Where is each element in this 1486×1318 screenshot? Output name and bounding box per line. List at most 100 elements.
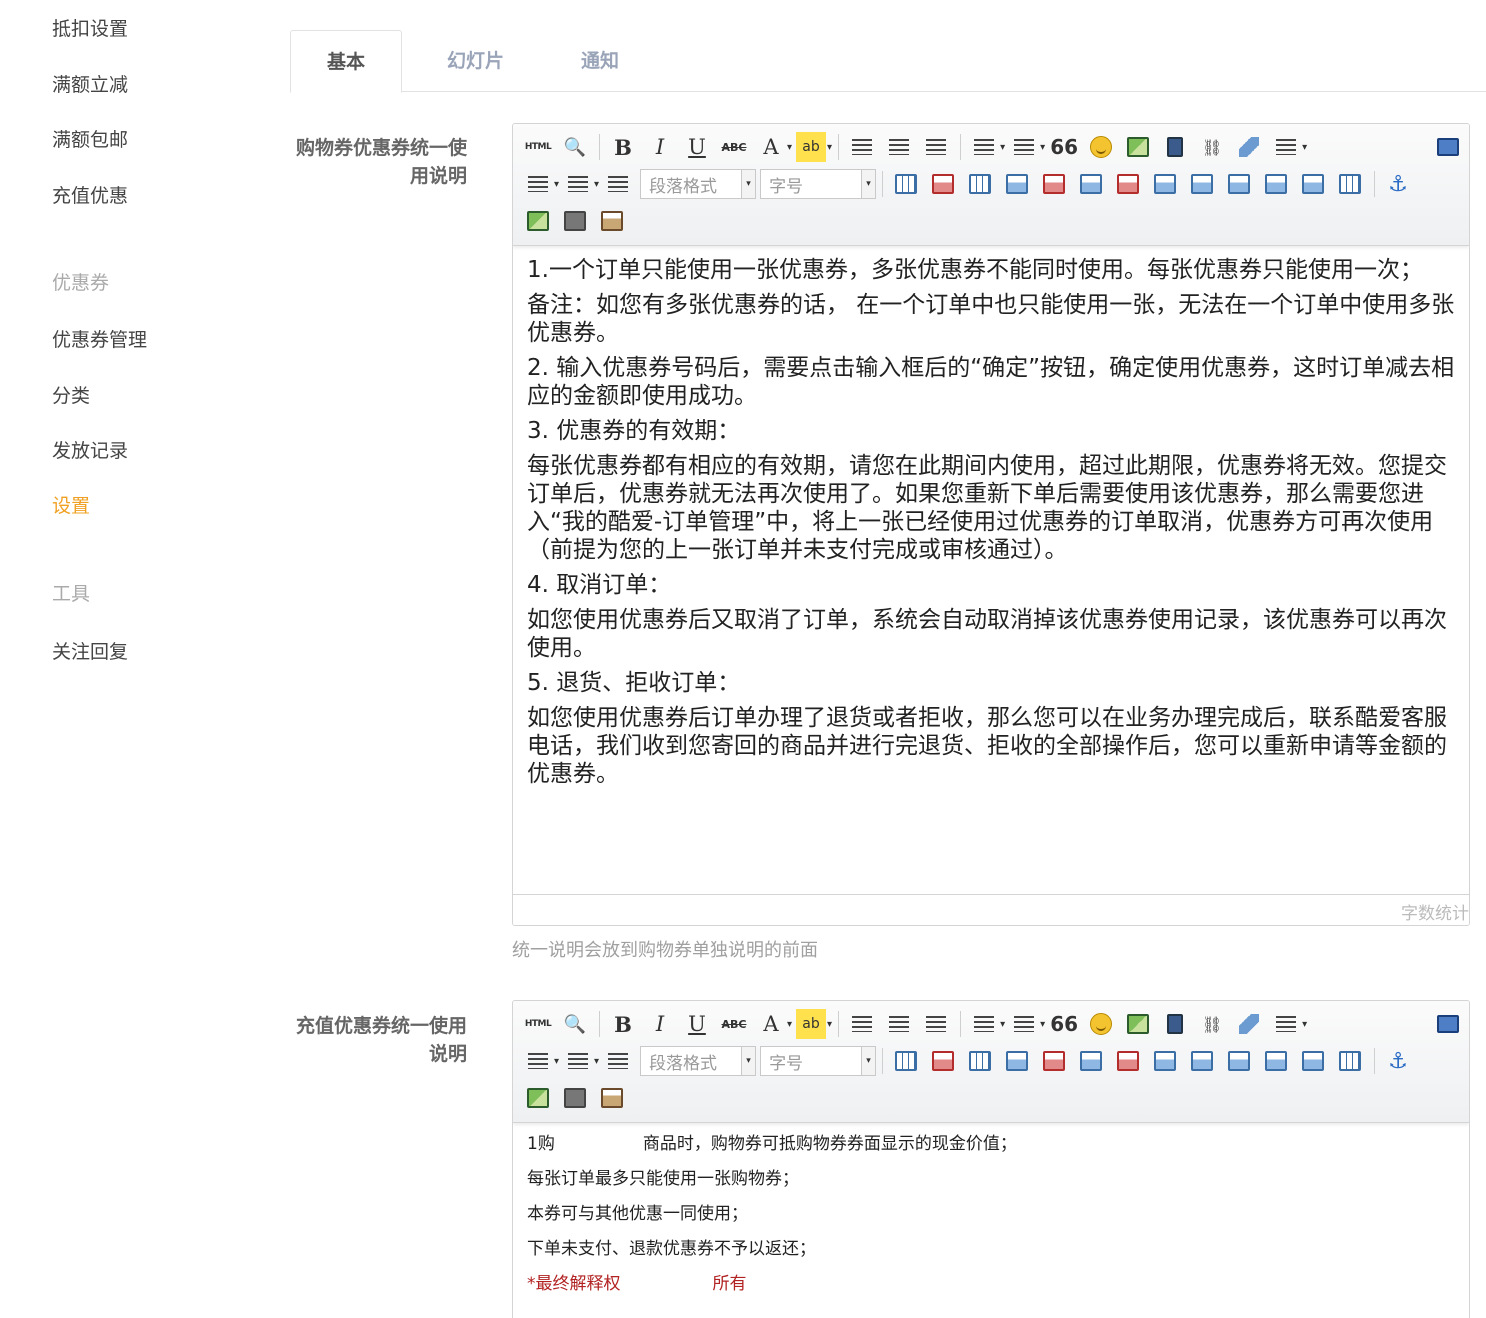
split-columns-icon[interactable]	[1335, 1046, 1365, 1076]
image-manager-icon[interactable]	[523, 1083, 553, 1113]
print-icon[interactable]	[560, 1083, 590, 1113]
preview-icon[interactable]: 🔍	[560, 1009, 590, 1039]
sidebar-item-settings[interactable]: 设置	[52, 491, 90, 518]
font-size-select[interactable]: 字号 ▾	[760, 1046, 877, 1076]
split-cells-icon[interactable]	[1261, 169, 1291, 199]
font-color-button[interactable]: A	[756, 1009, 786, 1039]
align-center-icon[interactable]	[884, 132, 914, 162]
insert-row-icon[interactable]	[1002, 1046, 1032, 1076]
align-left-icon[interactable]	[847, 132, 877, 162]
indent-icon[interactable]	[603, 1046, 633, 1076]
paragraph-format-select[interactable]: 段落格式 ▾	[640, 1046, 757, 1076]
preview-icon[interactable]: 🔍	[560, 132, 590, 162]
sidebar-item-category[interactable]: 分类	[52, 381, 90, 408]
sidebar-item-issue-records[interactable]: 发放记录	[52, 436, 128, 463]
italic-button[interactable]: I	[645, 132, 675, 162]
font-size-select[interactable]: 字号 ▾	[760, 169, 877, 199]
indent-icon[interactable]	[603, 169, 633, 199]
insert-row-icon[interactable]	[1002, 169, 1032, 199]
blockquote-button[interactable]: 66	[1049, 1009, 1079, 1039]
video-icon[interactable]	[1160, 1009, 1190, 1039]
editor-content[interactable]: 1.一个订单只能使用一张优惠券，多张优惠券不能同时使用。每张优惠券只能使用一次；…	[513, 246, 1469, 805]
editor-content[interactable]: 1购 商品时，购物券可抵购物券券面显示的现金价值； 每张订单最多只能使用一张购物券…	[513, 1123, 1469, 1318]
highlight-icon[interactable]: ab	[796, 132, 827, 162]
align-left-icon[interactable]	[847, 1009, 877, 1039]
merge-down-icon[interactable]	[1224, 169, 1254, 199]
tab-notice[interactable]: 通知	[555, 30, 645, 92]
bold-button[interactable]: B	[608, 132, 638, 162]
delete-row-icon[interactable]	[1039, 1046, 1069, 1076]
strikethrough-button[interactable]: ABC	[719, 132, 749, 162]
merge-cells-icon[interactable]	[1150, 1046, 1180, 1076]
shopping-coupon-editor[interactable]: HTML 🔍 B I U ABC A ▾ ab ▾ ▾ ▾ 66 ⛓ ▾ ▾ ▾…	[512, 123, 1470, 926]
insert-column-icon[interactable]	[1076, 1046, 1106, 1076]
fullscreen-icon[interactable]	[1433, 132, 1463, 162]
ordered-list-icon[interactable]	[969, 132, 999, 162]
merge-right-icon[interactable]	[1187, 169, 1217, 199]
merge-down-icon[interactable]	[1224, 1046, 1254, 1076]
video-icon[interactable]	[1160, 132, 1190, 162]
ordered-list-icon[interactable]	[969, 1009, 999, 1039]
paragraph-spacing-icon[interactable]	[523, 1046, 553, 1076]
table-caption-icon[interactable]	[965, 169, 995, 199]
sidebar-item-follow-reply[interactable]: 关注回复	[52, 637, 128, 664]
anchor-icon[interactable]: ⚓	[1383, 1046, 1413, 1076]
font-color-button[interactable]: A	[756, 132, 786, 162]
eraser-icon[interactable]	[1234, 1009, 1264, 1039]
paste-plain-icon[interactable]	[597, 1083, 627, 1113]
anchor-icon[interactable]: ⚓	[1383, 169, 1413, 199]
align-right-icon[interactable]	[921, 1009, 951, 1039]
insert-column-icon[interactable]	[1076, 169, 1106, 199]
tab-basic[interactable]: 基本	[290, 30, 402, 93]
recharge-coupon-editor[interactable]: HTML 🔍 B I U ABC A ▾ ab ▾ ▾ ▾ 66 ⛓ ▾ ▾ ▾…	[512, 1000, 1470, 1318]
delete-column-icon[interactable]	[1113, 169, 1143, 199]
sidebar-item-recharge-discount[interactable]: 充值优惠	[52, 181, 128, 208]
underline-button[interactable]: U	[682, 132, 712, 162]
delete-table-icon[interactable]	[928, 169, 958, 199]
link-icon[interactable]: ⛓	[1197, 1009, 1227, 1039]
sidebar-item-deduction-settings[interactable]: 抵扣设置	[52, 14, 128, 41]
image-manager-icon[interactable]	[523, 206, 553, 236]
emoji-icon[interactable]	[1086, 132, 1116, 162]
split-columns-icon[interactable]	[1335, 169, 1365, 199]
fullscreen-icon[interactable]	[1433, 1009, 1463, 1039]
html-source-button[interactable]: HTML	[523, 132, 553, 162]
bold-button[interactable]: B	[608, 1009, 638, 1039]
html-source-button[interactable]: HTML	[523, 1009, 553, 1039]
sidebar-item-full-reduction[interactable]: 满额立减	[52, 70, 128, 97]
print-icon[interactable]	[560, 206, 590, 236]
merge-cells-icon[interactable]	[1150, 169, 1180, 199]
eraser-icon[interactable]	[1234, 132, 1264, 162]
align-right-icon[interactable]	[921, 132, 951, 162]
insert-table-icon[interactable]	[891, 169, 921, 199]
line-height-icon[interactable]	[1271, 132, 1301, 162]
underline-button[interactable]: U	[682, 1009, 712, 1039]
delete-row-icon[interactable]	[1039, 169, 1069, 199]
table-caption-icon[interactable]	[965, 1046, 995, 1076]
line-height-icon[interactable]	[1271, 1009, 1301, 1039]
blockquote-button[interactable]: 66	[1049, 132, 1079, 162]
image-icon[interactable]	[1123, 1009, 1153, 1039]
italic-button[interactable]: I	[645, 1009, 675, 1039]
sidebar-item-free-shipping[interactable]: 满额包邮	[52, 125, 128, 152]
unordered-list-icon[interactable]	[1009, 1009, 1039, 1039]
highlight-icon[interactable]: ab	[796, 1009, 827, 1039]
split-cells-icon[interactable]	[1261, 1046, 1291, 1076]
split-rows-icon[interactable]	[1298, 1046, 1328, 1076]
align-center-icon[interactable]	[884, 1009, 914, 1039]
delete-column-icon[interactable]	[1113, 1046, 1143, 1076]
row-spacing-icon[interactable]	[563, 169, 593, 199]
sidebar-item-coupon-management[interactable]: 优惠券管理	[52, 325, 147, 352]
image-icon[interactable]	[1123, 132, 1153, 162]
row-spacing-icon[interactable]	[563, 1046, 593, 1076]
merge-right-icon[interactable]	[1187, 1046, 1217, 1076]
paragraph-spacing-icon[interactable]	[523, 169, 553, 199]
unordered-list-icon[interactable]	[1009, 132, 1039, 162]
split-rows-icon[interactable]	[1298, 169, 1328, 199]
tab-slides[interactable]: 幻灯片	[428, 30, 523, 92]
paste-plain-icon[interactable]	[597, 206, 627, 236]
delete-table-icon[interactable]	[928, 1046, 958, 1076]
emoji-icon[interactable]	[1086, 1009, 1116, 1039]
paragraph-format-select[interactable]: 段落格式 ▾	[640, 169, 757, 199]
insert-table-icon[interactable]	[891, 1046, 921, 1076]
